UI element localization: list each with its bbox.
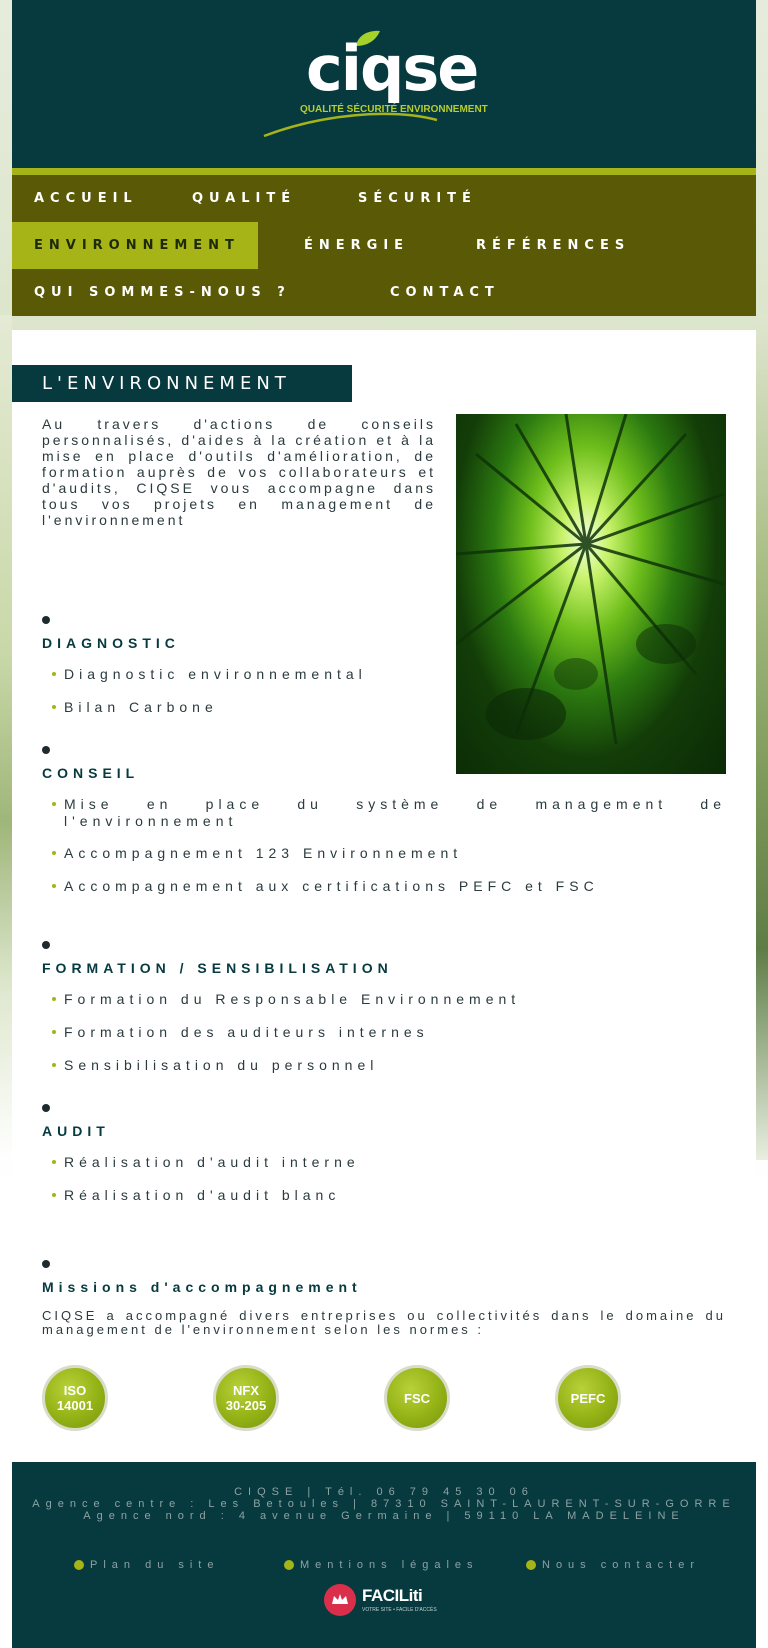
footer-address-nord: Agence nord : 4 avenue Germaine | 59110 … bbox=[83, 1510, 685, 1522]
background-right-edge bbox=[756, 315, 768, 1160]
background-left-edge bbox=[0, 315, 12, 1160]
badge-pefc: PEFC bbox=[555, 1365, 621, 1431]
list-item: Réalisation d'audit blanc bbox=[52, 1187, 726, 1204]
section-bullet-icon bbox=[42, 616, 50, 624]
heading-conseil: CONSEIL bbox=[42, 765, 140, 781]
crown-icon bbox=[332, 1594, 348, 1604]
faciliti-logo[interactable]: FACILiti VOTRE SITE • FACILE D'ACCÈS bbox=[324, 1582, 437, 1622]
arrow-circle-icon bbox=[74, 1560, 84, 1570]
missions-paragraph: CIQSE a accompagné divers entreprises ou… bbox=[42, 1308, 726, 1337]
arrow-circle-icon bbox=[284, 1560, 294, 1570]
list-item: Formation du Responsable Environnement bbox=[52, 991, 726, 1008]
nav-item-qualite[interactable]: QUALITÉ bbox=[170, 175, 296, 222]
nav-item-environnement[interactable]: ENVIRONNEMENT bbox=[12, 222, 258, 269]
content-panel: L'ENVIRONNEMENT Au travers d'actions de … bbox=[12, 330, 756, 1462]
section-bullet-icon bbox=[42, 941, 50, 949]
nav-item-securite[interactable]: SÉCURITÉ bbox=[336, 175, 477, 222]
section-bullet-icon bbox=[42, 1104, 50, 1112]
badge-label: FSC bbox=[404, 1390, 430, 1406]
nav-row-3: QUI SOMMES-NOUS ? CONTACT bbox=[12, 269, 756, 316]
main-nav: ACCUEIL QUALITÉ SÉCURITÉ ENVIRONNEMENT É… bbox=[12, 168, 756, 316]
footer-link-label: Nous contacter bbox=[542, 1559, 700, 1571]
badge-label-line2: 30-205 bbox=[225, 1398, 267, 1413]
footer-link-label: Mentions légales bbox=[300, 1559, 479, 1571]
badge-fsc: FSC bbox=[384, 1365, 450, 1431]
badge-label-line1: NFX bbox=[232, 1383, 259, 1398]
list-item: Sensibilisation du personnel bbox=[52, 1057, 726, 1074]
site-header: ciqse QUALITÉ SÉCURITÉ ENVIRONNEMENT bbox=[12, 0, 756, 168]
nav-item-qui-sommes-nous[interactable]: QUI SOMMES-NOUS ? bbox=[12, 269, 291, 316]
logo-tagline: QUALITÉ SÉCURITÉ ENVIRONNEMENT bbox=[300, 104, 488, 115]
list-item: Réalisation d'audit interne bbox=[52, 1154, 726, 1171]
footer-link-nous-contacter[interactable]: Nous contacter bbox=[526, 1558, 700, 1572]
ciqse-logo[interactable]: ciqse QUALITÉ SÉCURITÉ ENVIRONNEMENT bbox=[262, 28, 522, 146]
heading-audit: AUDIT bbox=[42, 1123, 110, 1139]
badge-label-line1: ISO bbox=[63, 1383, 87, 1398]
badge-label: PEFC bbox=[570, 1390, 606, 1406]
heading-missions: Missions d'accompagnement bbox=[42, 1279, 362, 1295]
nav-item-accueil[interactable]: ACCUEIL bbox=[12, 175, 138, 222]
page-title: L'ENVIRONNEMENT bbox=[12, 365, 352, 402]
footer-address-centre: Agence centre : Les Betoules | 87310 SAI… bbox=[32, 1498, 736, 1510]
footer-link-plan-du-site[interactable]: Plan du site bbox=[74, 1558, 219, 1572]
arrow-circle-icon bbox=[526, 1560, 536, 1570]
faciliti-crown-icon bbox=[324, 1584, 356, 1616]
footer-link-mentions-legales[interactable]: Mentions légales bbox=[284, 1558, 479, 1572]
nav-item-contact[interactable]: CONTACT bbox=[368, 269, 500, 316]
logo-wordmark: ciqse bbox=[306, 32, 479, 105]
nav-row-1: ACCUEIL QUALITÉ SÉCURITÉ bbox=[12, 175, 756, 222]
nav-item-references[interactable]: RÉFÉRENCES bbox=[454, 222, 630, 269]
list-item: Diagnostic environnemental bbox=[52, 666, 442, 683]
heading-diagnostic: DIAGNOSTIC bbox=[42, 635, 180, 651]
badge-label-line2: 14001 bbox=[56, 1398, 94, 1413]
list-item: Accompagnement 123 Environnement bbox=[52, 845, 726, 862]
list-item: Accompagnement aux certifications PEFC e… bbox=[52, 878, 726, 895]
list-item: Bilan Carbone bbox=[52, 699, 442, 716]
palm-leaves-illustration bbox=[456, 414, 725, 745]
faciliti-tagline: VOTRE SITE • FACILE D'ACCÈS bbox=[362, 1607, 437, 1613]
site-footer: CIQSE | Tél. 06 79 45 30 06 Agence centr… bbox=[12, 1462, 756, 1648]
list-item: Formation des auditeurs internes bbox=[52, 1024, 726, 1041]
footer-link-label: Plan du site bbox=[90, 1559, 220, 1571]
section-bullet-icon bbox=[42, 1260, 50, 1268]
footer-contact-line: CIQSE | Tél. 06 79 45 30 06 bbox=[234, 1486, 534, 1498]
list-item: Mise en place du système de management d… bbox=[52, 796, 726, 830]
badge-nfx-30-205: NFX 30-205 bbox=[213, 1365, 279, 1431]
faciliti-wordmark: FACILiti bbox=[362, 1586, 423, 1605]
nav-item-energie[interactable]: ÉNERGIE bbox=[282, 222, 409, 269]
section-bullet-icon bbox=[42, 746, 50, 754]
palm-leaves-photo bbox=[456, 414, 726, 774]
nav-row-2: ENVIRONNEMENT ÉNERGIE RÉFÉRENCES bbox=[12, 222, 756, 269]
badge-iso-14001: ISO 14001 bbox=[42, 1365, 108, 1431]
intro-paragraph: Au travers d'actions de conseils personn… bbox=[42, 416, 436, 528]
heading-formation: FORMATION / SENSIBILISATION bbox=[42, 960, 393, 976]
